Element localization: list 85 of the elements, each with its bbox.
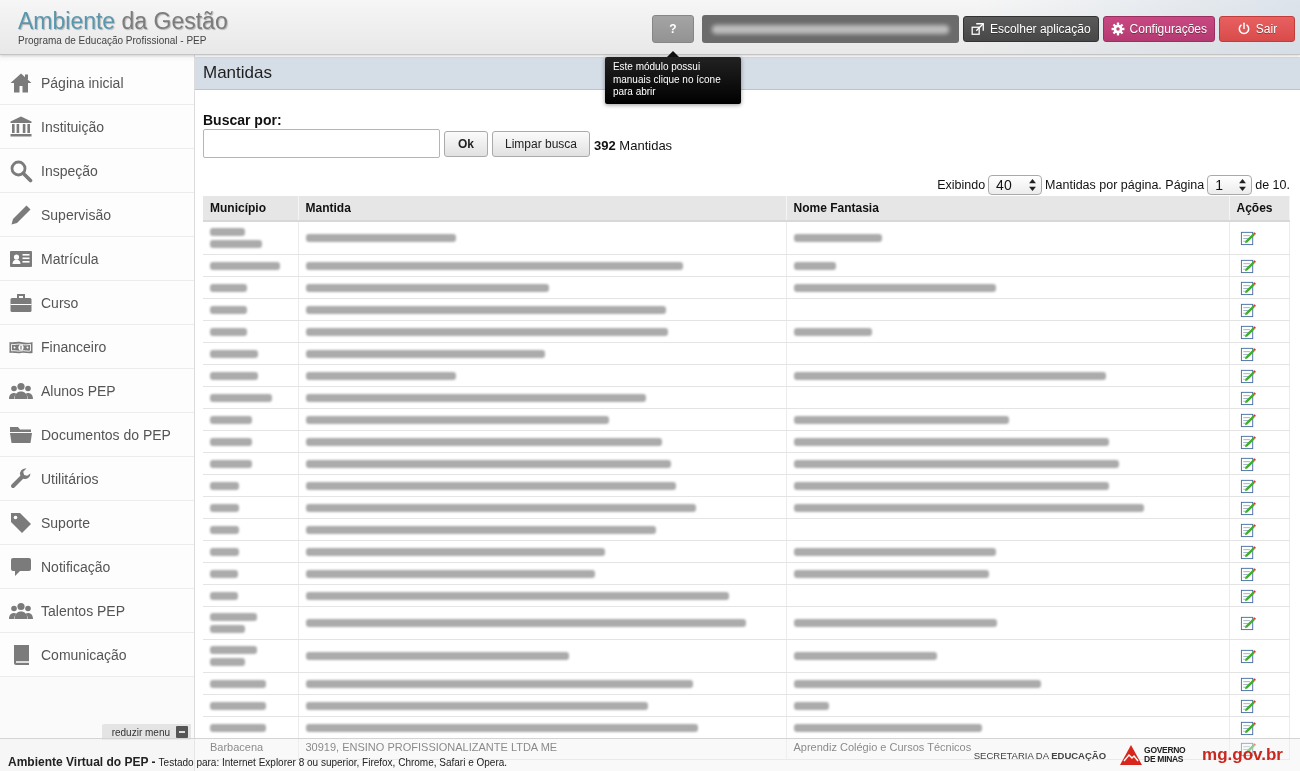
edit-icon [1239, 675, 1256, 692]
edit-button[interactable] [1239, 367, 1256, 384]
help-tooltip: Este módulo possui manuais clique no ícone para abrir [604, 51, 741, 104]
search-icon [9, 158, 33, 183]
app-title: Ambiente da Gestão [18, 8, 228, 34]
column-header: Mantida [298, 196, 786, 221]
edit-button[interactable] [1239, 697, 1256, 714]
edit-button[interactable] [1239, 521, 1256, 538]
site-link[interactable]: mg.gov.br [1202, 745, 1283, 765]
logout-button[interactable]: Sair [1219, 16, 1295, 42]
page-select[interactable]: 1 [1207, 175, 1253, 195]
edit-button[interactable] [1239, 230, 1256, 246]
edit-button[interactable] [1239, 587, 1256, 604]
page-total-label: de 10. [1255, 178, 1290, 192]
wrench-icon [9, 466, 33, 491]
edit-button[interactable] [1239, 477, 1256, 494]
settings-button[interactable]: Configurações [1102, 16, 1215, 42]
clear-search-button[interactable]: Limpar busca [492, 130, 591, 157]
edit-button[interactable] [1239, 389, 1256, 406]
edit-button[interactable] [1239, 323, 1256, 340]
edit-icon [1239, 521, 1256, 538]
edit-button[interactable] [1239, 411, 1256, 428]
app-subtitle: Programa de Educação Profissional - PEP [18, 35, 208, 46]
column-header: Município [203, 196, 298, 221]
edit-button[interactable] [1239, 675, 1256, 692]
edit-icon [1239, 543, 1256, 560]
edit-icon [1239, 323, 1256, 340]
edit-button[interactable] [1239, 499, 1256, 516]
per-page-select[interactable]: 40 [988, 175, 1043, 195]
power-icon [1236, 22, 1251, 36]
trade-name: Aprendiz Colégio e Cursos Técnicos [793, 741, 972, 753]
edit-icon [1239, 565, 1256, 582]
municipality-name: Barbacena [210, 741, 264, 753]
page-title: Mantidas [203, 63, 272, 83]
department-name: SECRETARIA DA EDUCAÇÃO [973, 749, 1107, 761]
edit-icon [1239, 345, 1256, 362]
browser-support-note: Testado para: Internet Explorer 8 ou superior, Firefox, Chrome, Safari e Opera. [158, 758, 508, 768]
edit-button[interactable] [1239, 433, 1256, 450]
column-header: Ações [1229, 196, 1290, 221]
window-arrow-icon [970, 22, 985, 36]
edit-button[interactable] [1239, 719, 1256, 736]
up-down-arrows-icon [1239, 179, 1247, 191]
result-count: 392 Mantidas [594, 137, 673, 153]
tag-icon [9, 510, 33, 535]
edit-button[interactable] [1239, 455, 1256, 472]
edit-icon [1239, 367, 1256, 384]
edit-button[interactable] [1239, 648, 1256, 664]
edit-icon [1239, 697, 1256, 714]
collapse-menu-button[interactable]: reduzir menu [101, 724, 191, 740]
edit-icon [1239, 389, 1256, 406]
settings-icon [1110, 22, 1125, 36]
footer-title: Ambiente Virtual do PEP - [8, 756, 156, 768]
edit-button[interactable] [1239, 565, 1256, 582]
edit-icon [1239, 257, 1256, 274]
edit-icon [1239, 230, 1256, 246]
edit-button[interactable] [1239, 543, 1256, 560]
edit-icon [1239, 433, 1256, 450]
columns-building-icon [9, 114, 33, 139]
column-header: Nome Fantasia [786, 196, 1229, 221]
edit-button[interactable] [1239, 345, 1256, 362]
search-field[interactable] [203, 129, 440, 158]
showing-label: Exibindo [937, 178, 986, 192]
triangle-logo-icon [1120, 745, 1143, 765]
edit-button[interactable] [1239, 301, 1256, 318]
edit-icon [1239, 499, 1256, 516]
edit-icon [1239, 587, 1256, 604]
edit-button[interactable] [1239, 615, 1256, 631]
choose-application-button[interactable]: Escolher aplicação [962, 16, 1099, 42]
institution-name: 30919, ENSINO PROFISSIONALIZANTE LTDA ME [305, 741, 558, 753]
edit-icon [1239, 301, 1256, 318]
edit-icon [1239, 279, 1256, 296]
government-logo-text: GOVERNO DE MINAS [1144, 746, 1187, 764]
edit-icon [1239, 455, 1256, 472]
edit-button[interactable] [1239, 257, 1256, 274]
edit-icon [1239, 615, 1256, 631]
edit-icon [1239, 648, 1256, 664]
edit-icon [1239, 719, 1256, 736]
up-down-arrows-icon [1029, 179, 1037, 191]
minus-icon [176, 726, 188, 738]
edit-button[interactable] [1239, 279, 1256, 296]
edit-icon [1239, 411, 1256, 428]
search-label: Buscar por: [203, 112, 283, 128]
per-page-label: Mantidas por página. Página [1045, 178, 1205, 192]
edit-icon [1239, 477, 1256, 494]
ok-button[interactable]: Ok [444, 130, 488, 157]
